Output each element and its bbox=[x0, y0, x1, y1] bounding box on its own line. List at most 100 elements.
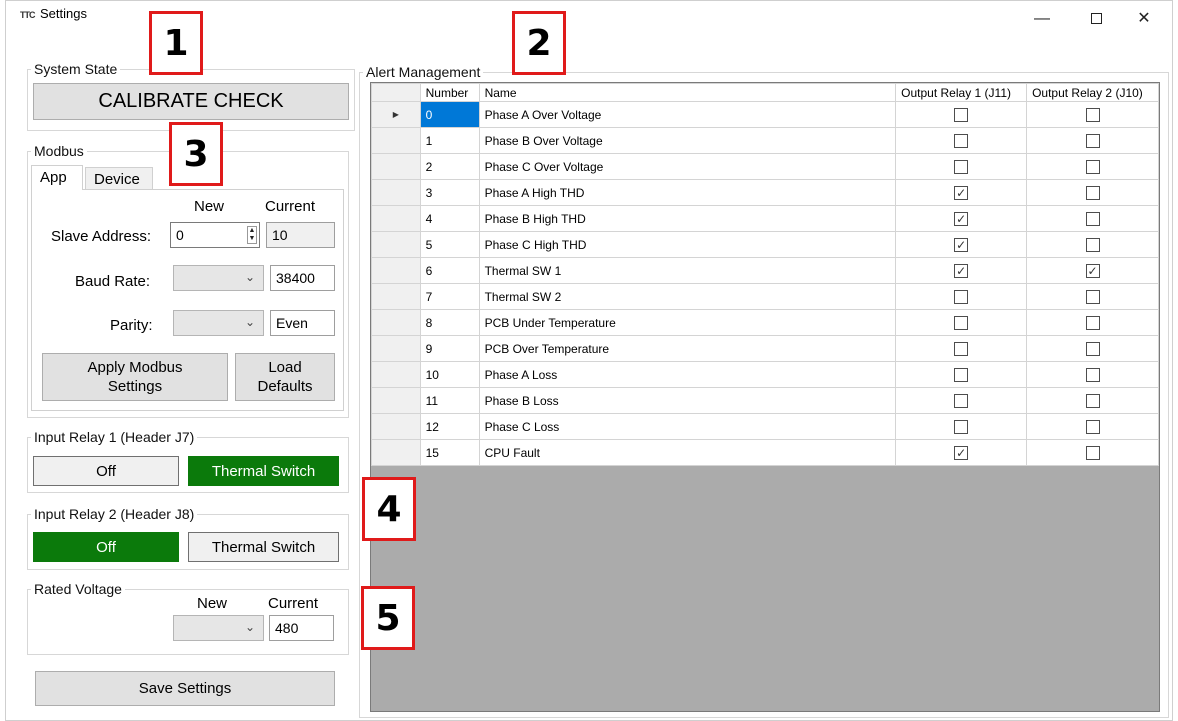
rated-voltage-select[interactable]: ⌄ bbox=[173, 615, 264, 641]
unchecked-checkbox[interactable] bbox=[1085, 185, 1100, 200]
tab-device[interactable]: Device bbox=[85, 167, 153, 190]
close-button[interactable]: ✕ bbox=[1124, 6, 1164, 32]
input-relay-2-thermal-switch-button[interactable]: Thermal Switch bbox=[188, 532, 339, 562]
checked-checkbox[interactable]: ✓ bbox=[954, 263, 969, 278]
cell-number[interactable]: 2 bbox=[419, 153, 480, 180]
row-header[interactable] bbox=[371, 231, 421, 258]
cell-number[interactable]: 0 bbox=[419, 101, 480, 128]
unchecked-checkbox[interactable] bbox=[1085, 445, 1100, 460]
cell-number[interactable]: 12 bbox=[419, 413, 480, 440]
minimize-button[interactable]: — bbox=[1022, 6, 1062, 32]
alert-grid[interactable]: Number Name Output Relay 1 (J11) Output … bbox=[370, 82, 1160, 712]
column-header-number[interactable]: Number bbox=[419, 83, 480, 102]
cell-name[interactable]: Phase C High THD bbox=[478, 231, 897, 258]
unchecked-checkbox[interactable] bbox=[954, 341, 969, 356]
cell-name[interactable]: Phase A Over Voltage bbox=[478, 101, 897, 128]
cell-name[interactable]: Phase A Loss bbox=[478, 361, 897, 388]
checked-checkbox[interactable]: ✓ bbox=[954, 445, 969, 460]
row-header[interactable] bbox=[371, 153, 421, 180]
unchecked-checkbox[interactable] bbox=[1085, 367, 1100, 382]
row-header[interactable] bbox=[371, 257, 421, 284]
row-header[interactable] bbox=[371, 205, 421, 232]
table-row[interactable]: ▶ 0 Phase A Over Voltage bbox=[371, 101, 1159, 128]
row-header[interactable] bbox=[371, 283, 421, 310]
unchecked-checkbox[interactable] bbox=[954, 419, 969, 434]
table-row[interactable]: 3 Phase A High THD ✓ bbox=[371, 179, 1159, 206]
table-row[interactable]: 11 Phase B Loss bbox=[371, 387, 1159, 414]
parity-select[interactable]: ⌄ bbox=[173, 310, 264, 336]
cell-name[interactable]: PCB Under Temperature bbox=[478, 309, 897, 336]
unchecked-checkbox[interactable] bbox=[1085, 211, 1100, 226]
maximize-button[interactable] bbox=[1076, 6, 1116, 32]
unchecked-checkbox[interactable] bbox=[954, 315, 969, 330]
calibrate-check-button[interactable]: CALIBRATE CHECK bbox=[33, 83, 349, 120]
column-header-name[interactable]: Name bbox=[478, 83, 897, 102]
cell-name[interactable]: Phase B High THD bbox=[478, 205, 897, 232]
cell-name[interactable]: Phase C Loss bbox=[478, 413, 897, 440]
row-header[interactable] bbox=[371, 387, 421, 414]
table-row[interactable]: 1 Phase B Over Voltage bbox=[371, 127, 1159, 154]
cell-name[interactable]: CPU Fault bbox=[478, 439, 897, 466]
unchecked-checkbox[interactable] bbox=[1085, 341, 1100, 356]
cell-number[interactable]: 9 bbox=[419, 335, 480, 362]
row-header[interactable] bbox=[371, 127, 421, 154]
row-header[interactable] bbox=[371, 413, 421, 440]
table-row[interactable]: 2 Phase C Over Voltage bbox=[371, 153, 1159, 180]
table-row[interactable]: 15 CPU Fault ✓ bbox=[371, 439, 1159, 466]
checked-checkbox[interactable]: ✓ bbox=[954, 211, 969, 226]
cell-number[interactable]: 1 bbox=[419, 127, 480, 154]
checked-checkbox[interactable]: ✓ bbox=[1085, 263, 1100, 278]
save-settings-button[interactable]: Save Settings bbox=[35, 671, 335, 706]
cell-number[interactable]: 8 bbox=[419, 309, 480, 336]
unchecked-checkbox[interactable] bbox=[954, 107, 969, 122]
unchecked-checkbox[interactable] bbox=[954, 289, 969, 304]
unchecked-checkbox[interactable] bbox=[954, 393, 969, 408]
table-row[interactable]: 6 Thermal SW 1 ✓ ✓ bbox=[371, 257, 1159, 284]
row-header[interactable] bbox=[371, 309, 421, 336]
cell-number[interactable]: 3 bbox=[419, 179, 480, 206]
load-defaults-button[interactable]: Load Defaults bbox=[235, 353, 335, 401]
table-row[interactable]: 5 Phase C High THD ✓ bbox=[371, 231, 1159, 258]
unchecked-checkbox[interactable] bbox=[1085, 315, 1100, 330]
unchecked-checkbox[interactable] bbox=[954, 133, 969, 148]
input-relay-2-off-button[interactable]: Off bbox=[33, 532, 179, 562]
unchecked-checkbox[interactable] bbox=[1085, 393, 1100, 408]
cell-number[interactable]: 10 bbox=[419, 361, 480, 388]
slave-address-input[interactable]: 0 ▲ ▼ bbox=[170, 222, 260, 248]
cell-name[interactable]: Thermal SW 2 bbox=[478, 283, 897, 310]
table-row[interactable]: 7 Thermal SW 2 bbox=[371, 283, 1159, 310]
cell-number[interactable]: 11 bbox=[419, 387, 480, 414]
cell-name[interactable]: Thermal SW 1 bbox=[478, 257, 897, 284]
row-header[interactable] bbox=[371, 179, 421, 206]
spinner-arrows-icon[interactable]: ▲ ▼ bbox=[247, 226, 257, 244]
unchecked-checkbox[interactable] bbox=[1085, 107, 1100, 122]
checked-checkbox[interactable]: ✓ bbox=[954, 185, 969, 200]
unchecked-checkbox[interactable] bbox=[954, 367, 969, 382]
cell-number[interactable]: 15 bbox=[419, 439, 480, 466]
cell-number[interactable]: 7 bbox=[419, 283, 480, 310]
table-row[interactable]: 8 PCB Under Temperature bbox=[371, 309, 1159, 336]
tab-app[interactable]: App bbox=[31, 165, 83, 190]
column-header-output-relay-2[interactable]: Output Relay 2 (J10) bbox=[1026, 83, 1159, 102]
row-header[interactable] bbox=[371, 439, 421, 466]
input-relay-1-thermal-switch-button[interactable]: Thermal Switch bbox=[188, 456, 339, 486]
cell-name[interactable]: Phase B Loss bbox=[478, 387, 897, 414]
table-row[interactable]: 4 Phase B High THD ✓ bbox=[371, 205, 1159, 232]
table-row[interactable]: 9 PCB Over Temperature bbox=[371, 335, 1159, 362]
apply-modbus-settings-button[interactable]: Apply Modbus Settings bbox=[42, 353, 228, 401]
baud-rate-select[interactable]: ⌄ bbox=[173, 265, 264, 291]
unchecked-checkbox[interactable] bbox=[1085, 237, 1100, 252]
row-header[interactable] bbox=[371, 361, 421, 388]
unchecked-checkbox[interactable] bbox=[1085, 159, 1100, 174]
row-header[interactable] bbox=[371, 335, 421, 362]
checked-checkbox[interactable]: ✓ bbox=[954, 237, 969, 252]
table-row[interactable]: 10 Phase A Loss bbox=[371, 361, 1159, 388]
unchecked-checkbox[interactable] bbox=[954, 159, 969, 174]
current-row-indicator-icon[interactable]: ▶ bbox=[371, 101, 421, 128]
table-row[interactable]: 12 Phase C Loss bbox=[371, 413, 1159, 440]
input-relay-1-off-button[interactable]: Off bbox=[33, 456, 179, 486]
cell-name[interactable]: Phase B Over Voltage bbox=[478, 127, 897, 154]
cell-name[interactable]: PCB Over Temperature bbox=[478, 335, 897, 362]
cell-name[interactable]: Phase C Over Voltage bbox=[478, 153, 897, 180]
column-header-output-relay-1[interactable]: Output Relay 1 (J11) bbox=[895, 83, 1028, 102]
